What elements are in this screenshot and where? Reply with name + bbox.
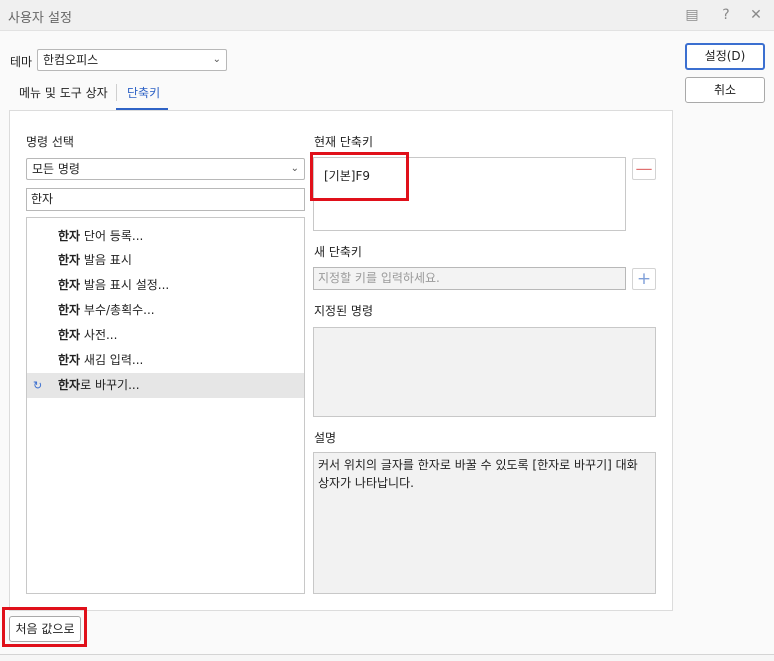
list-item[interactable]: 한자 부수/총획수... [27,298,304,323]
theme-select-value: 한컴오피스 [43,53,99,67]
assigned-command-box [313,327,656,417]
list-item-label: 로 바꾸기... [80,378,140,392]
list-item-keyword: 한자 [58,278,81,292]
current-shortcut-label: 현재 단축키 [314,135,374,149]
list-item-keyword: 한자 [58,378,81,392]
command-list[interactable]: 한자 단어 등록... 한자 발음 표시 한자 발음 표시 설정... 한자 부… [26,217,305,594]
list-item[interactable]: 한자 새김 입력... [27,348,304,373]
list-item-selected[interactable]: ↻ 한자로 바꾸기... [27,373,304,398]
new-shortcut-input[interactable]: 지정할 키를 입력하세요. [313,267,626,290]
list-item[interactable]: 한자 발음 표시 [27,248,304,273]
list-item-label: 새김 입력... [80,353,144,367]
list-item-label: 발음 표시 설정... [80,278,170,292]
list-item-keyword: 한자 [58,303,81,317]
theme-select[interactable]: 한컴오피스 ⌄ [37,49,227,71]
title-bar: 사용자 설정 ▤ ? ✕ [0,0,774,31]
list-item[interactable]: 한자 단어 등록... [27,224,304,249]
list-item-keyword: 한자 [58,328,81,342]
help-icon[interactable]: ? [716,5,736,25]
assigned-command-label: 지정된 명령 [314,304,374,318]
highlight-box [310,152,409,201]
list-item-keyword: 한자 [58,253,81,267]
command-search-input[interactable]: 한자 [26,188,305,211]
chevron-down-icon: ⌄ [290,163,299,174]
close-icon[interactable]: ✕ [746,5,766,25]
window-title: 사용자 설정 [8,11,72,26]
tab-separator [116,84,117,101]
cancel-button[interactable]: 취소 [685,77,765,103]
list-item-label: 발음 표시 [80,253,132,267]
tab-shortcut[interactable]: 단축키 [127,84,160,101]
add-shortcut-button[interactable]: + [632,268,656,290]
list-item-label: 단어 등록... [80,229,144,243]
list-item-keyword: 한자 [58,229,81,243]
list-item-label: 부수/총획수... [80,303,155,317]
list-item-keyword: 한자 [58,353,81,367]
theme-label: 테마 [10,55,33,69]
comment-icon[interactable]: ▤ [682,5,702,25]
highlight-box [2,607,87,647]
description-text: 커서 위치의 글자를 한자로 바꿀 수 있도록 [한자로 바꾸기] 대화 상자가… [318,458,638,490]
list-item[interactable]: 한자 사전... [27,323,304,348]
tab-menu-toolbox[interactable]: 메뉴 및 도구 상자 [19,84,108,101]
command-category-value: 모든 명령 [32,162,80,176]
command-category-select[interactable]: 모든 명령 ⌄ [26,158,305,180]
bottom-edge [0,654,774,661]
description-label: 설명 [314,431,337,445]
list-item-label: 사전... [80,328,118,342]
ok-button[interactable]: 설정(D) [685,43,765,70]
command-select-label: 명령 선택 [26,135,74,149]
list-item[interactable]: 한자 발음 표시 설정... [27,273,304,298]
chevron-down-icon: ⌄ [212,54,221,65]
new-shortcut-label: 새 단축키 [314,245,362,259]
remove-shortcut-button[interactable]: — [632,158,656,180]
hanja-convert-icon: ↻ [33,379,43,392]
